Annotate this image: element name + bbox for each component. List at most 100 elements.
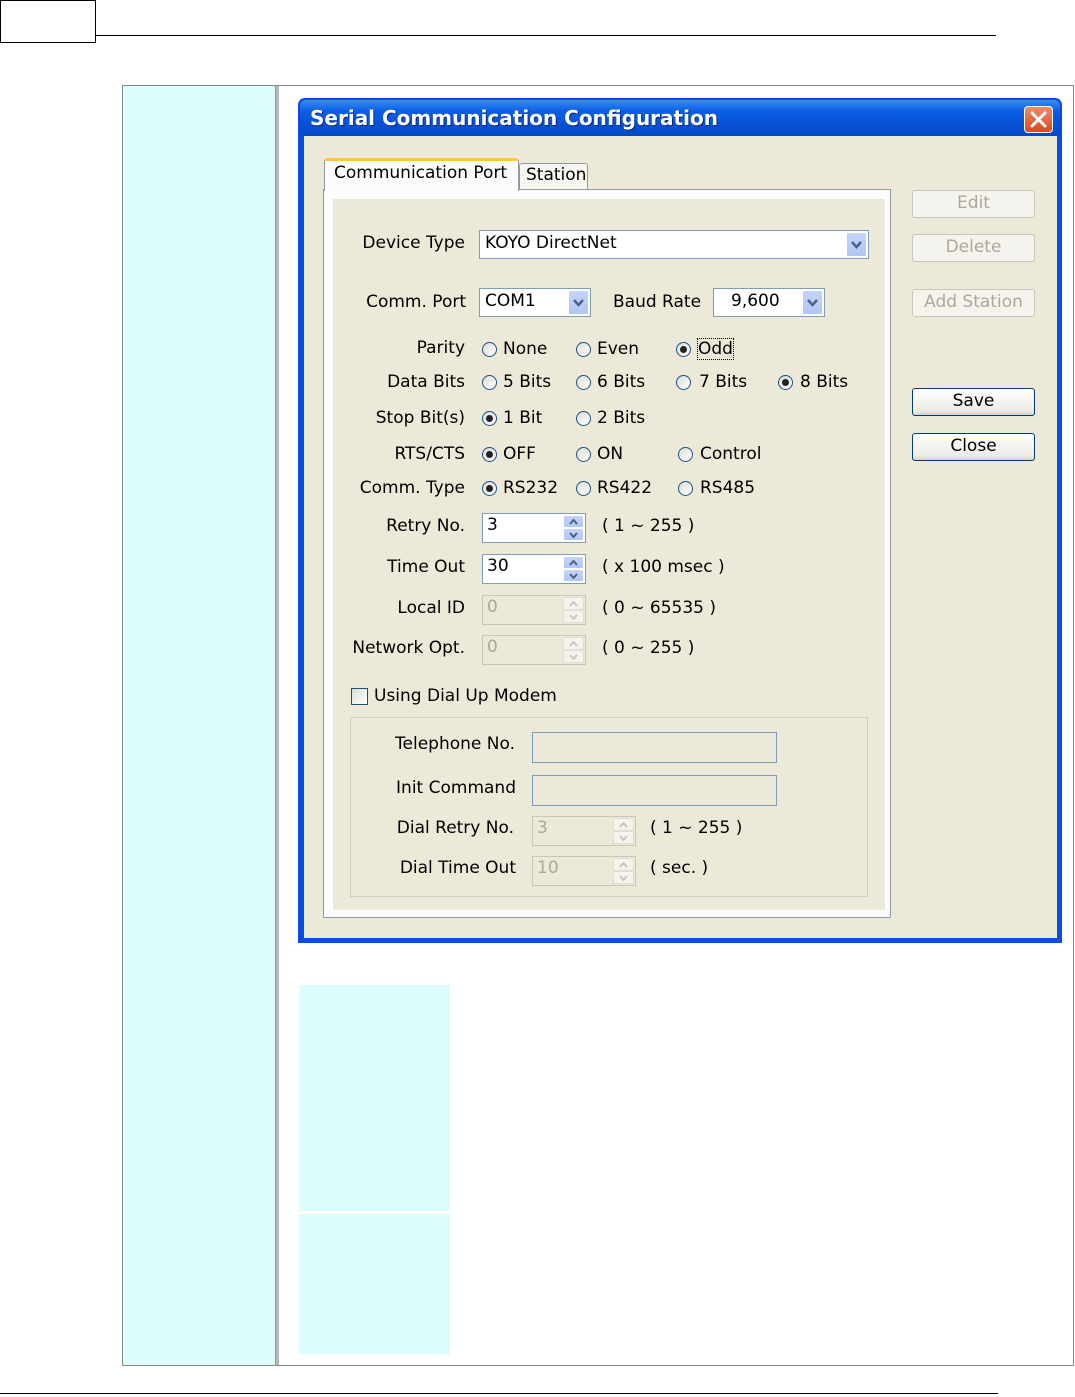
dial-time-out-value: 10 xyxy=(537,858,559,878)
parity-odd-radio[interactable] xyxy=(676,342,691,357)
device-type-select[interactable]: KOYO DirectNet xyxy=(479,230,869,259)
dial-retry-no-spinner[interactable]: 3 xyxy=(532,816,636,846)
baud-rate-label: Baud Rate xyxy=(613,292,702,312)
dial-retry-no-label: Dial Retry No. xyxy=(396,818,514,838)
baud-rate-select[interactable]: 9,600 xyxy=(713,288,825,317)
comm-type-rs232-label: RS232 xyxy=(503,478,559,498)
dropdown-arrow-icon[interactable] xyxy=(802,290,823,315)
data-bits-8-radio[interactable] xyxy=(778,375,793,390)
spin-down-icon xyxy=(563,610,584,623)
device-type-label: Device Type xyxy=(362,233,465,253)
comm-port-value: COM1 xyxy=(485,291,536,311)
dial-up-checkbox[interactable] xyxy=(351,688,368,705)
stop-bits-label: Stop Bit(s) xyxy=(375,408,465,428)
time-out-range: ( x 100 msec ) xyxy=(602,557,725,577)
local-id-value: 0 xyxy=(487,597,498,617)
data-bits-7-label: 7 Bits xyxy=(699,372,748,392)
init-command-field[interactable] xyxy=(532,775,777,806)
spin-up-icon xyxy=(563,597,584,610)
comm-type-rs422-label: RS422 xyxy=(597,478,653,498)
rts-cts-control-radio[interactable] xyxy=(678,447,693,462)
parity-even-radio[interactable] xyxy=(576,342,591,357)
edit-button[interactable]: Edit xyxy=(912,190,1035,218)
time-out-label: Time Out xyxy=(387,557,465,577)
table-left-cell xyxy=(123,86,275,1365)
parity-odd-label: Odd xyxy=(697,338,734,360)
spin-down-icon xyxy=(613,831,634,844)
spin-up-icon xyxy=(613,858,634,871)
stop-bits-1-radio[interactable] xyxy=(482,411,497,426)
page-header-rule xyxy=(96,35,996,36)
table-divider xyxy=(275,86,279,1365)
comm-port-label: Comm. Port xyxy=(366,292,466,312)
stop-bits-1-label: 1 Bit xyxy=(503,408,543,428)
network-opt-value: 0 xyxy=(487,637,498,657)
spin-down-icon xyxy=(613,871,634,884)
delete-button[interactable]: Delete xyxy=(912,234,1035,262)
comm-type-rs422-radio[interactable] xyxy=(576,481,591,496)
data-bits-7-radio[interactable] xyxy=(676,375,691,390)
spin-down-icon[interactable] xyxy=(563,528,584,541)
baud-rate-value: 9,600 xyxy=(731,291,780,311)
comm-type-rs232-radio[interactable] xyxy=(482,481,497,496)
table-cell-1 xyxy=(299,985,450,1211)
dropdown-arrow-icon[interactable] xyxy=(568,290,589,315)
device-type-value: KOYO DirectNet xyxy=(485,233,617,253)
close-button[interactable]: Close xyxy=(912,433,1035,461)
retry-no-value: 3 xyxy=(487,515,498,535)
retry-no-label: Retry No. xyxy=(386,516,465,536)
telephone-no-field[interactable] xyxy=(532,732,777,763)
data-bits-label: Data Bits xyxy=(387,372,465,392)
table-cell-2 xyxy=(299,1214,450,1354)
tab-communication-port[interactable]: Communication Port xyxy=(324,158,519,191)
dial-retry-no-range: ( 1 ~ 255 ) xyxy=(650,818,743,838)
dial-time-out-spinner[interactable]: 10 xyxy=(532,856,636,886)
stop-bits-2-radio[interactable] xyxy=(576,411,591,426)
local-id-range: ( 0 ~ 65535 ) xyxy=(602,598,717,618)
comm-type-rs485-label: RS485 xyxy=(700,478,756,498)
parity-none-label: None xyxy=(503,339,548,359)
dial-retry-no-value: 3 xyxy=(537,818,548,838)
rts-cts-on-label: ON xyxy=(597,444,624,464)
close-window-button[interactable] xyxy=(1024,106,1053,133)
telephone-no-label: Telephone No. xyxy=(395,734,515,754)
stop-bits-2-label: 2 Bits xyxy=(597,408,646,428)
spin-up-icon xyxy=(563,637,584,650)
rts-cts-off-label: OFF xyxy=(503,444,536,464)
data-bits-5-label: 5 Bits xyxy=(503,372,552,392)
spin-up-icon[interactable] xyxy=(563,556,584,569)
retry-no-range: ( 1 ~ 255 ) xyxy=(602,516,695,536)
dropdown-arrow-icon[interactable] xyxy=(846,232,867,257)
dial-time-out-range: ( sec. ) xyxy=(650,858,709,878)
close-x-icon xyxy=(1030,111,1047,128)
retry-no-spinner[interactable]: 3 xyxy=(482,513,586,543)
rts-cts-off-radio[interactable] xyxy=(482,447,497,462)
network-opt-spinner[interactable]: 0 xyxy=(482,635,586,665)
add-station-button[interactable]: Add Station xyxy=(912,289,1035,317)
data-bits-5-radio[interactable] xyxy=(482,375,497,390)
spin-down-icon[interactable] xyxy=(563,569,584,582)
parity-none-radio[interactable] xyxy=(482,342,497,357)
comm-type-label: Comm. Type xyxy=(359,478,465,498)
tab-station[interactable]: Station xyxy=(519,163,588,190)
parity-even-label: Even xyxy=(597,339,640,359)
dial-time-out-label: Dial Time Out xyxy=(399,858,516,878)
rts-cts-on-radio[interactable] xyxy=(576,447,591,462)
rts-cts-label: RTS/CTS xyxy=(394,444,465,464)
comm-type-rs485-radio[interactable] xyxy=(678,481,693,496)
spin-down-icon xyxy=(563,650,584,663)
local-id-spinner[interactable]: 0 xyxy=(482,595,586,625)
data-bits-6-radio[interactable] xyxy=(576,375,591,390)
spin-up-icon[interactable] xyxy=(563,515,584,528)
parity-label: Parity xyxy=(416,338,465,358)
dialog-title: Serial Communication Configuration xyxy=(310,106,718,130)
data-bits-6-label: 6 Bits xyxy=(597,372,646,392)
data-bits-8-label: 8 Bits xyxy=(800,372,849,392)
save-button[interactable]: Save xyxy=(912,388,1035,416)
time-out-spinner[interactable]: 30 xyxy=(482,554,586,584)
init-command-label: Init Command xyxy=(396,778,516,798)
page-header-box xyxy=(0,0,96,43)
comm-port-select[interactable]: COM1 xyxy=(479,288,591,317)
rts-cts-control-label: Control xyxy=(700,444,762,464)
dial-up-label: Using Dial Up Modem xyxy=(374,686,557,706)
